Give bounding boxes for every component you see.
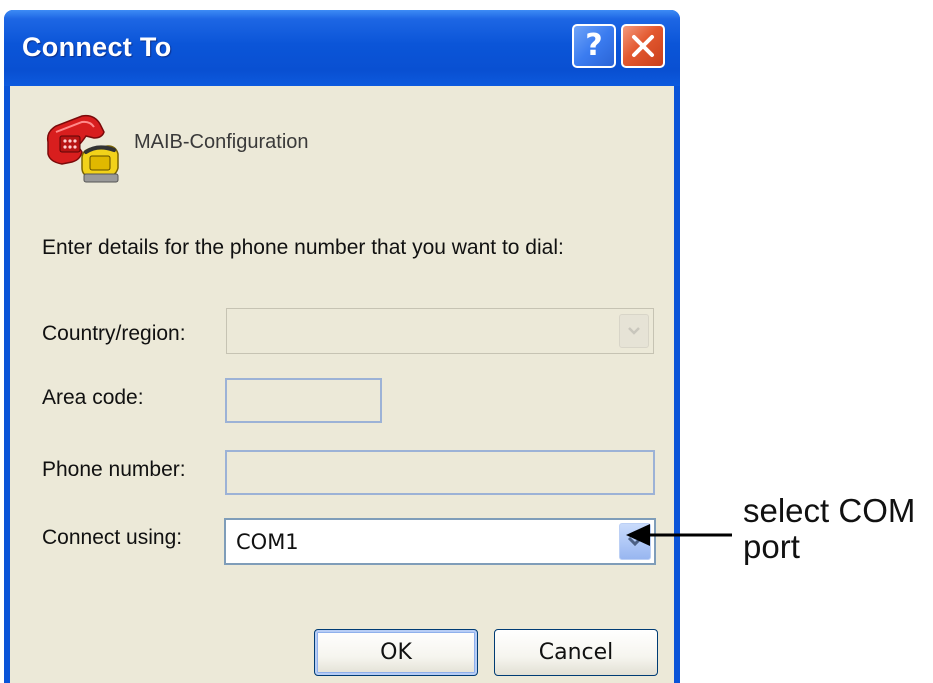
phone-icon [46, 114, 119, 183]
annotation-line-2: port [743, 528, 800, 565]
help-button[interactable]: ? [572, 24, 616, 68]
help-icon: ? [585, 28, 603, 63]
phone-number-input[interactable] [225, 450, 655, 495]
phone-number-label: Phone number: [42, 458, 186, 481]
close-button[interactable] [621, 24, 665, 68]
close-icon [632, 35, 654, 57]
country-region-select[interactable] [226, 308, 654, 354]
connect-using-select[interactable]: COM1 [224, 518, 656, 565]
connection-name: MAIB-Configuration [134, 131, 309, 153]
instruction-text: Enter details for the phone number that … [42, 236, 564, 259]
connect-using-value: COM1 [236, 530, 299, 554]
dialog-body: MAIB-Configuration Enter details for the… [10, 86, 674, 683]
ok-button[interactable]: OK [314, 629, 478, 676]
connect-to-dialog: Connect To ? MAIB-Configuration Enter de… [4, 10, 680, 683]
annotation-label: select COM port [743, 493, 933, 565]
cancel-button[interactable]: Cancel [494, 629, 658, 676]
area-code-label: Area code: [42, 386, 144, 409]
annotation-arrow-icon [626, 524, 732, 546]
country-dropdown-button[interactable] [619, 314, 649, 348]
title-bar[interactable]: Connect To ? [4, 10, 680, 86]
area-code-input[interactable] [225, 378, 382, 423]
annotation-line-1: select COM [743, 492, 916, 529]
country-region-label: Country/region: [42, 322, 186, 345]
connect-using-label: Connect using: [42, 526, 183, 549]
screenshot-stage: Connect To ? MAIB-Configuration Enter de… [0, 0, 933, 683]
chevron-down-icon [628, 327, 640, 335]
window-title: Connect To [22, 32, 172, 62]
